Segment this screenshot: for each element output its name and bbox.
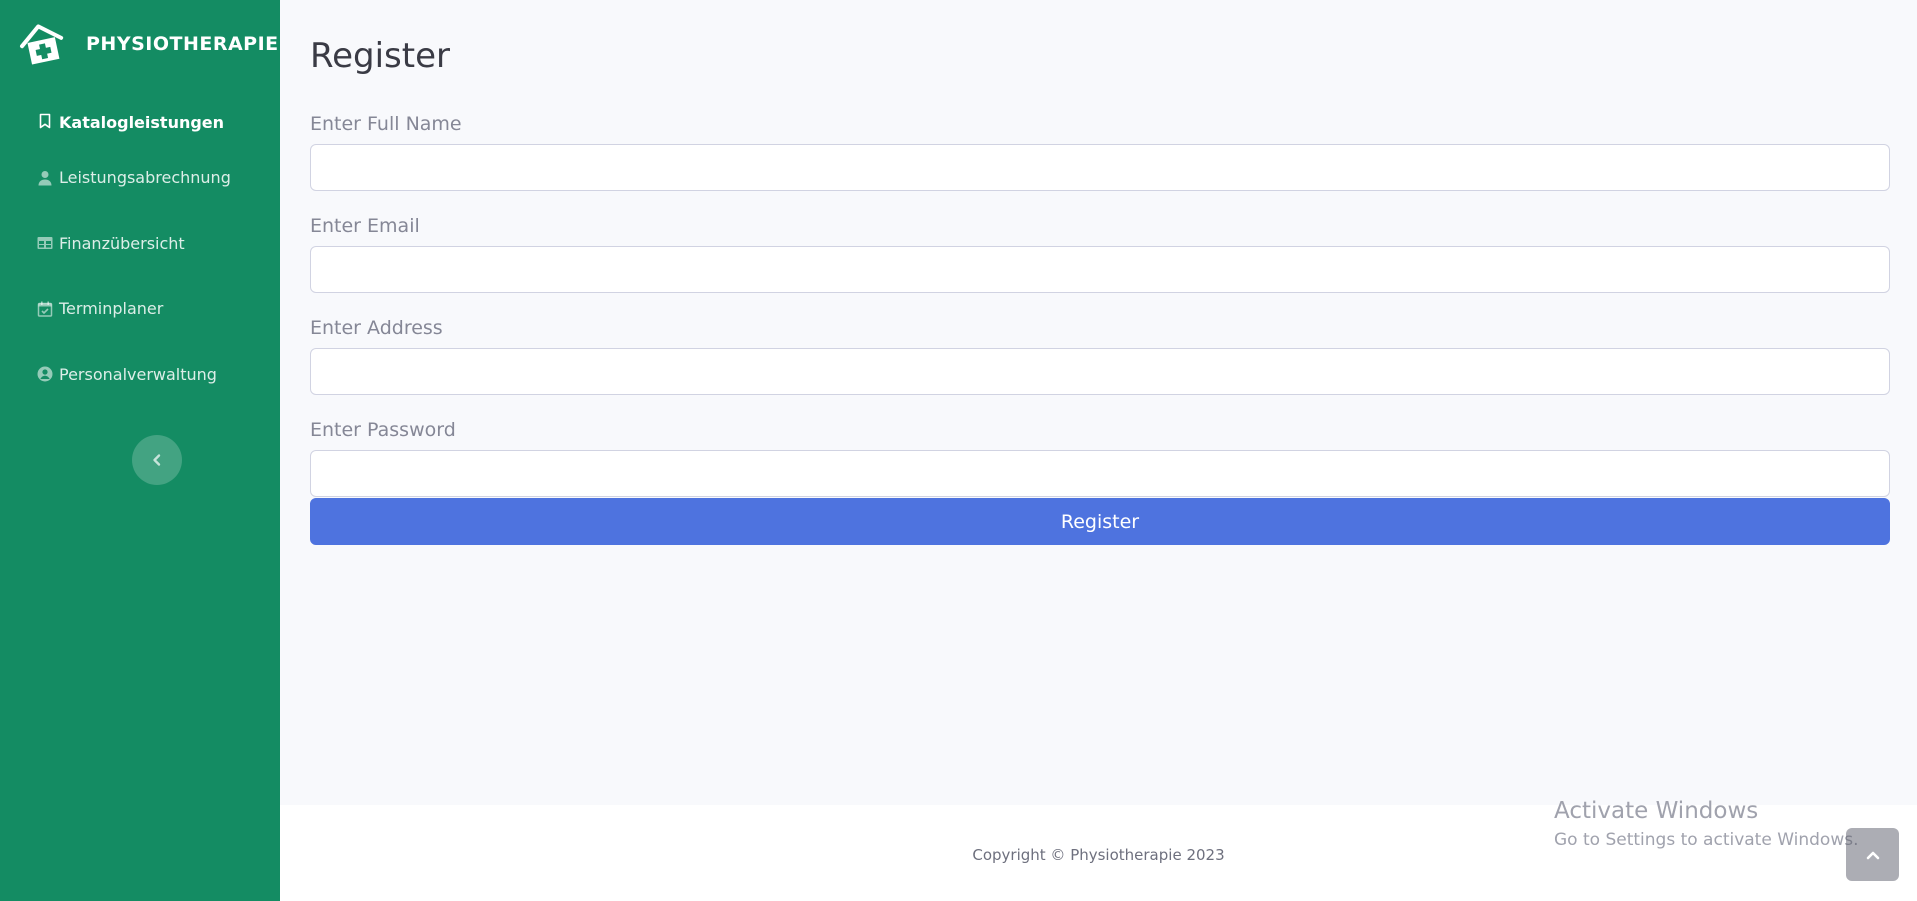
main-content: Register Enter Full Name Enter Email Ent… xyxy=(280,0,1917,805)
email-input[interactable] xyxy=(310,246,1890,293)
watermark-subtitle: Go to Settings to activate Windows. xyxy=(1554,830,1859,850)
sidebar-item-label: Terminplaner xyxy=(59,299,164,319)
sidebar-item-katalogleistungen[interactable]: Katalogleistungen xyxy=(0,97,280,145)
password-label: Enter Password xyxy=(310,419,456,441)
user-circle-icon xyxy=(37,366,53,382)
sidebar-toggle-button[interactable] xyxy=(132,435,182,485)
sidebar-nav: Katalogleistungen Leistungsabrechnung Fi… xyxy=(0,97,280,407)
watermark-title: Activate Windows xyxy=(1554,798,1759,824)
activate-windows-watermark: Activate Windows Go to Settings to activ… xyxy=(1554,796,1859,852)
email-label: Enter Email xyxy=(310,215,420,237)
address-label: Enter Address xyxy=(310,317,443,339)
clinic-house-icon xyxy=(20,24,64,65)
email-group: Enter Email xyxy=(310,213,1890,293)
table-icon xyxy=(37,235,53,251)
sidebar-item-label: Personalverwaltung xyxy=(59,364,217,384)
sidebar-item-label: Finanzübersicht xyxy=(59,233,185,253)
user-icon xyxy=(37,170,53,186)
brand-name: PHYSIOTHERAPIE xyxy=(86,33,279,55)
sidebar-item-label: Katalogleistungen xyxy=(59,113,225,132)
sidebar-item-finanzuebersicht[interactable]: Finanzübersicht xyxy=(0,211,280,277)
sidebar: PHYSIOTHERAPIE Katalogleistungen Leistun… xyxy=(0,0,280,901)
chevron-left-icon xyxy=(153,454,161,466)
scroll-to-top-button[interactable] xyxy=(1846,828,1899,881)
bookmark-icon xyxy=(37,113,53,129)
sidebar-item-terminplaner[interactable]: Terminplaner xyxy=(0,276,280,342)
chevron-up-icon xyxy=(1866,851,1879,859)
full-name-group: Enter Full Name xyxy=(310,111,1890,191)
address-group: Enter Address xyxy=(310,315,1890,395)
sidebar-item-label: Leistungsabrechnung xyxy=(59,168,231,188)
page-title: Register xyxy=(310,36,450,76)
register-button[interactable]: Register xyxy=(310,498,1890,545)
full-name-label: Enter Full Name xyxy=(310,113,462,135)
password-group: Enter Password xyxy=(310,417,1890,497)
sidebar-item-personalverwaltung[interactable]: Personalverwaltung xyxy=(0,342,280,408)
password-input[interactable] xyxy=(310,450,1890,497)
brand[interactable]: PHYSIOTHERAPIE xyxy=(18,20,279,68)
full-name-input[interactable] xyxy=(310,144,1890,191)
register-form: Enter Full Name Enter Email Enter Addres… xyxy=(310,111,1890,519)
address-input[interactable] xyxy=(310,348,1890,395)
sidebar-item-leistungsabrechnung[interactable]: Leistungsabrechnung xyxy=(0,145,280,211)
calendar-check-icon xyxy=(37,301,53,317)
